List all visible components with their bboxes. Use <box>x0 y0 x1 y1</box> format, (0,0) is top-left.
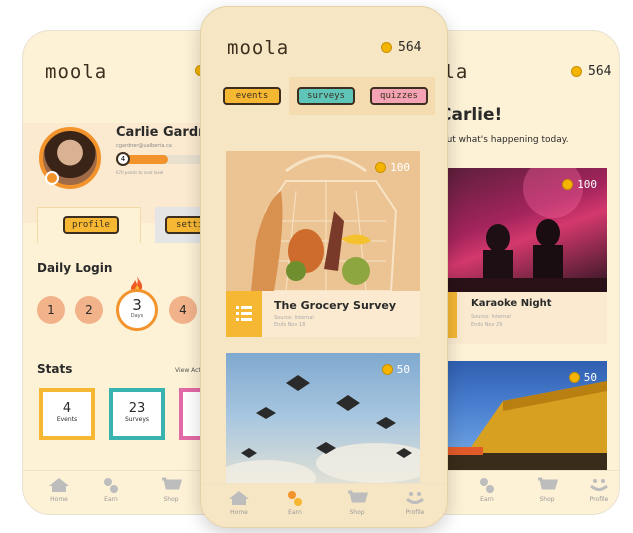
nav-shop-label: Shop <box>163 496 179 503</box>
cart-icon <box>348 490 368 503</box>
graduation-image: 50 <box>226 353 420 493</box>
current-day-label: Days <box>130 313 144 319</box>
tab-events[interactable]: events <box>223 87 281 105</box>
level-badge: 4 <box>116 152 130 166</box>
building-coins: 50 <box>568 371 597 384</box>
nav-earn-center[interactable]: Earn <box>273 490 317 516</box>
nav-shop[interactable]: Shop <box>149 477 193 503</box>
nav-shop-center[interactable]: Shop <box>335 490 379 516</box>
cart-icon <box>162 477 182 490</box>
stat-events-value: 4 <box>62 401 72 416</box>
nav-profile-label: Profile <box>589 496 609 503</box>
bottom-nav-center: Home Earn Shop Profile <box>201 483 447 527</box>
coin-balance-center: 564 <box>381 40 421 55</box>
cart-icon <box>538 477 558 490</box>
karaoke-title: Karaoke Night <box>471 298 552 309</box>
nav-earn[interactable]: Earn <box>89 477 133 503</box>
coin-icon <box>375 162 387 173</box>
app-showcase: moola Carlie Gardne cgardner@ualberta.ca… <box>0 0 633 533</box>
category-tabs: events surveys quizzes <box>215 77 435 115</box>
home-screen: ola 564 Carlie! k out what's happening t… <box>420 30 620 515</box>
events-screen: moola 564 events surveys quizzes 100 The… <box>200 6 448 528</box>
stat-surveys-value: 23 <box>128 401 146 416</box>
coin-balance-value: 564 <box>588 64 612 79</box>
list-icon <box>236 306 252 321</box>
smiley-icon <box>590 479 608 491</box>
tab-surveys[interactable]: surveys <box>297 87 355 105</box>
building-coins-value: 50 <box>583 371 597 384</box>
smiley-icon <box>406 492 424 504</box>
nav-home-center[interactable]: Home <box>217 490 261 516</box>
grocery-coins: 100 <box>375 161 410 174</box>
nav-home-label: Home <box>230 509 248 516</box>
stat-surveys-label: Surveys <box>125 416 149 423</box>
next-level-text: 670 points to next level <box>116 170 164 175</box>
earn-icon <box>480 478 494 493</box>
day-4: 4 <box>169 296 197 324</box>
coin-balance-value: 564 <box>398 40 422 55</box>
survey-card-grocery[interactable]: 100 The Grocery Survey Source: Internal … <box>226 151 420 337</box>
daily-login-title: Daily Login <box>37 261 113 275</box>
current-day-number: 3 <box>132 296 142 314</box>
earn-icon <box>288 491 302 506</box>
avatar-badge <box>45 171 59 185</box>
karaoke-source: Source: Internal <box>471 314 511 320</box>
nav-profile-right[interactable]: Profile <box>577 477 619 503</box>
event-card-karaoke[interactable]: 100 Karaoke Night Source: Internal Ends … <box>443 168 607 344</box>
coin-balance-right: 564 <box>571 64 611 79</box>
greeting-subtitle: k out what's happening today. <box>433 135 569 145</box>
grocery-source: Source: Internal <box>274 315 314 321</box>
nav-profile-label: Profile <box>405 509 425 516</box>
survey-list-icon <box>226 291 262 337</box>
nav-earn-label: Earn <box>288 509 302 516</box>
graduation-coins: 50 <box>381 363 410 376</box>
stat-surveys: 23 Surveys <box>109 388 165 440</box>
coin-icon <box>381 364 393 375</box>
home-icon <box>49 478 69 492</box>
event-card-building[interactable]: 50 <box>443 361 607 473</box>
day-2: 2 <box>75 296 103 324</box>
tab-quizzes[interactable]: quizzes <box>370 87 428 105</box>
grocery-coins-value: 100 <box>390 161 410 174</box>
app-logo: moola <box>45 61 108 83</box>
home-icon <box>229 491 249 505</box>
nav-shop-right[interactable]: Shop <box>525 477 569 503</box>
stat-events-label: Events <box>56 416 78 423</box>
survey-card-graduation[interactable]: 50 <box>226 353 420 493</box>
tab-profile[interactable]: profile <box>63 216 119 234</box>
coin-icon <box>381 42 392 53</box>
earn-icon <box>104 478 118 493</box>
karaoke-coins: 100 <box>562 178 597 191</box>
karaoke-image: 100 <box>443 168 607 292</box>
nav-shop-label: Shop <box>539 496 555 503</box>
day-3-current: 3 Days <box>116 289 158 331</box>
grocery-card-footer: The Grocery Survey Source: Internal Ends… <box>226 291 420 337</box>
karaoke-coins-value: 100 <box>577 178 597 191</box>
nav-earn-right[interactable]: Earn <box>465 477 509 503</box>
day-1: 1 <box>37 296 65 324</box>
grocery-meta: Source: Internal Ends Nov 18 <box>274 315 314 329</box>
stat-events: 4 Events <box>39 388 95 440</box>
grocery-image: 100 <box>226 151 420 291</box>
nav-shop-label: Shop <box>349 509 365 516</box>
view-activity-link[interactable]: View Act <box>175 367 201 374</box>
grocery-ends: Ends Nov 18 <box>274 322 306 328</box>
bottom-nav-right: Earn Shop Profile <box>421 470 619 514</box>
app-logo-center: moola <box>227 37 290 59</box>
grocery-title: The Grocery Survey <box>274 299 397 312</box>
nav-earn-label: Earn <box>104 496 118 503</box>
greeting: Carlie! <box>439 105 503 125</box>
nav-profile-center[interactable]: Profile <box>393 490 437 516</box>
graduation-coins-value: 50 <box>396 363 410 376</box>
nav-home-label: Home <box>50 496 68 503</box>
profile-email: cgardner@ualberta.ca <box>116 143 172 149</box>
karaoke-ends: Ends Nov 29 <box>471 322 503 328</box>
nav-home[interactable]: Home <box>37 477 81 503</box>
coin-icon <box>562 179 574 190</box>
coin-icon <box>571 66 582 77</box>
nav-earn-label: Earn <box>480 496 494 503</box>
coin-icon <box>568 372 580 383</box>
stats-title: Stats <box>37 362 73 376</box>
